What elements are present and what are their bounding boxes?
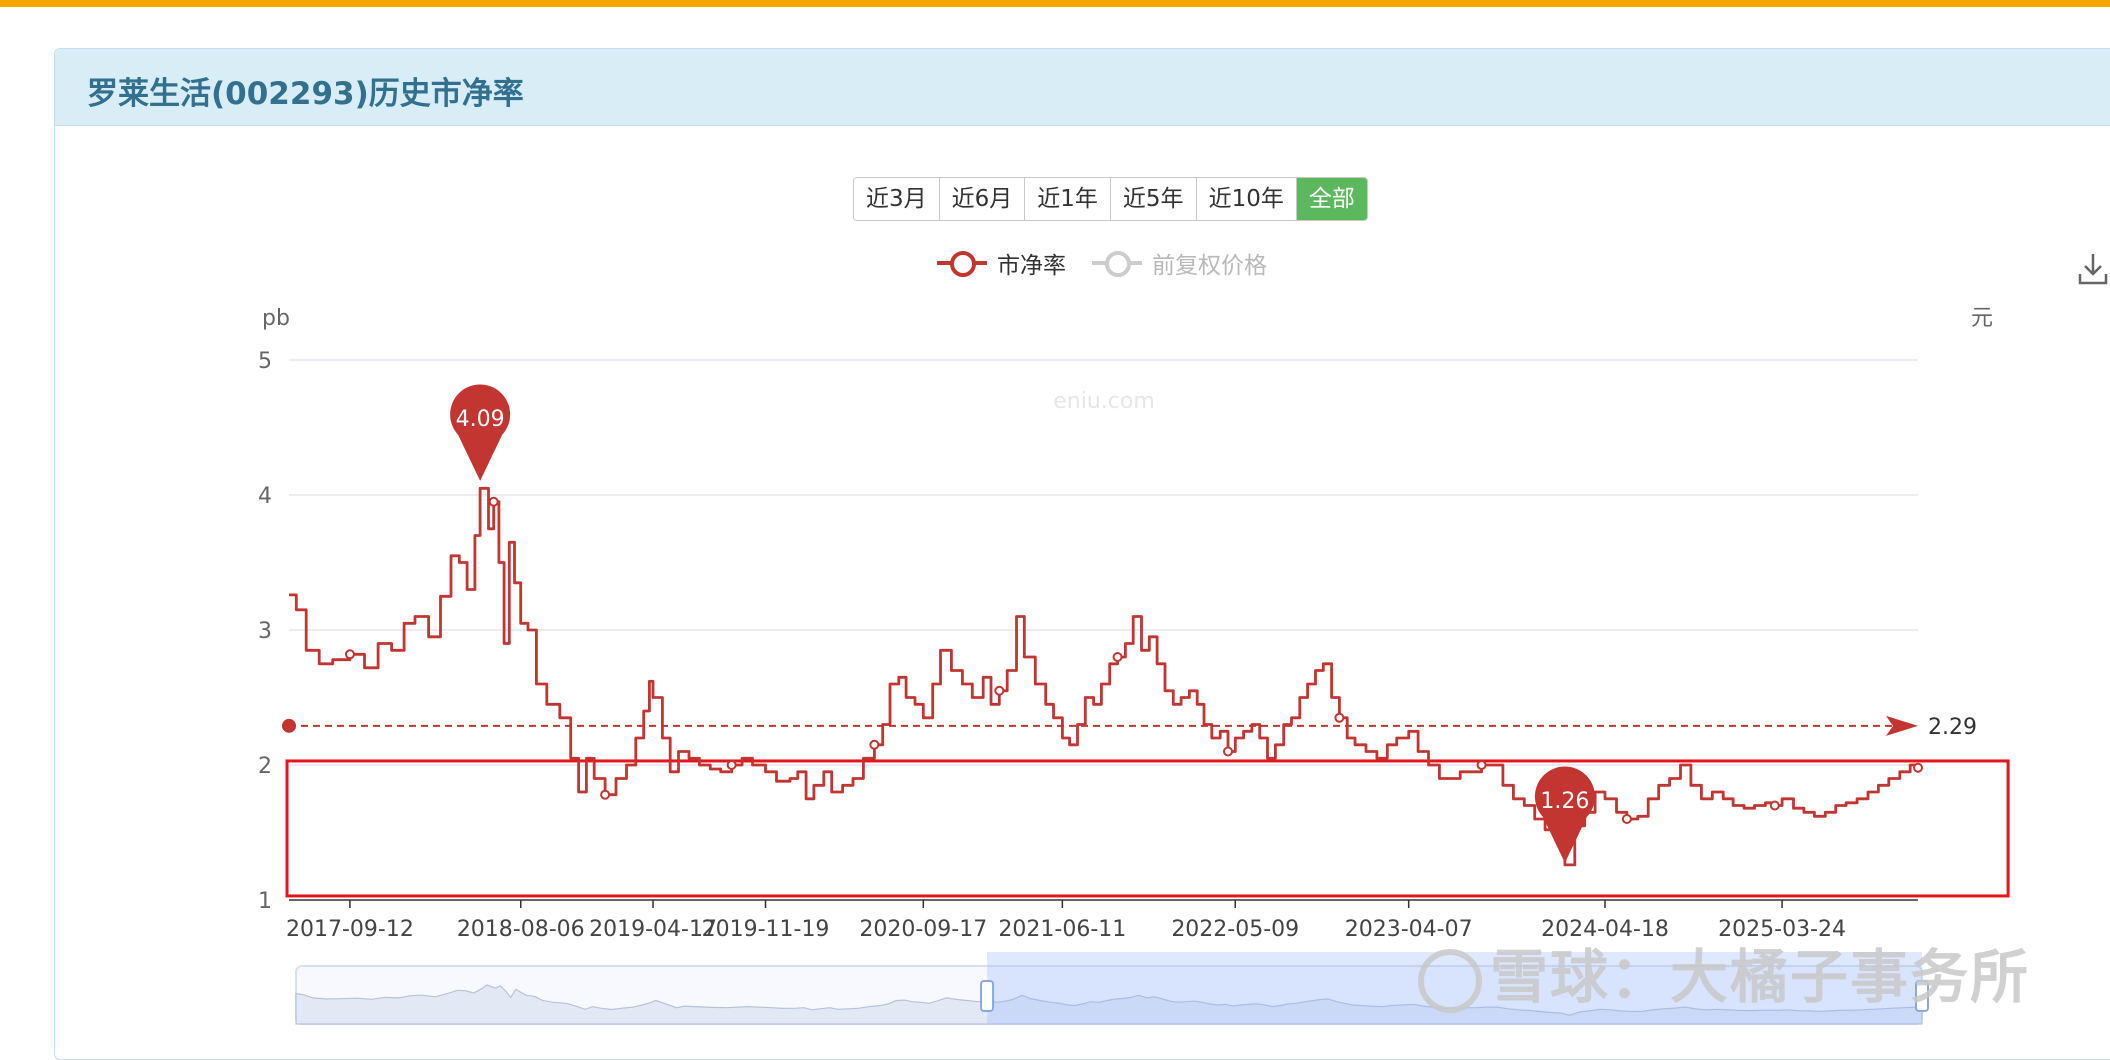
watermark-eniu: eniu.com [1053,389,1155,414]
svg-text:1.26: 1.26 [1540,789,1589,814]
series-point [1112,652,1123,662]
series-point [726,760,737,770]
series-point [1334,712,1345,723]
series-point [1621,814,1632,824]
series-point [344,649,355,660]
series-point [1913,762,1923,773]
xueqiu-logo-icon [1418,948,1482,1013]
series-point [869,739,880,750]
svg-text:4.09: 4.09 [456,407,505,432]
series-point [1476,760,1487,770]
series-line-pb [289,486,1920,867]
xueqiu-watermark: 雪球：大橘子事务所 [1418,930,2030,1014]
average-line-label: 2.29 [1928,715,1977,740]
y-tick-label: 4 [258,484,272,509]
y-tick-label: 1 [258,889,272,914]
x-tick-label: 2022-05-09 [1171,917,1299,942]
min-value-marker: 1.26 [1534,766,1595,863]
pb-history-chart: pb 元 1 2 3 4 5 2017-09-12 2018-08-06 2019-04-1… [258,306,2010,1025]
x-tick-label: 2019-04-17 [589,917,717,942]
zoom-handle-left[interactable] [980,980,995,1012]
max-value-marker: 4.09 [450,384,511,481]
y-axis-right-label: 元 [1971,306,1993,331]
series-pb [289,486,1923,867]
x-tick-label: 2019-11-19 [702,917,830,942]
series-point [600,789,611,800]
average-line: 2.29 [282,715,1977,740]
y-axis-ticks: 1 2 3 4 5 [258,349,272,914]
y-tick-label: 5 [258,349,272,374]
x-tick-label: 2017-09-12 [286,917,414,942]
y-tick-label: 3 [258,619,272,644]
y-tick-label: 2 [258,754,272,779]
series-point [994,685,1005,696]
series-point [488,496,499,507]
y-axis-left-label: pb [262,306,290,331]
x-tick-label: 2018-08-06 [457,917,585,942]
series-point [1222,746,1233,757]
extreme-markers: 4.09 1.26 [450,384,1595,863]
highlight-box [285,759,2010,898]
series-point [1769,800,1780,811]
x-tick-label: 2020-09-17 [859,917,987,942]
watermark-brand-text: 雪球：大橘子事务所 [1490,943,2031,1011]
x-tick-label: 2021-06-11 [998,917,1126,942]
